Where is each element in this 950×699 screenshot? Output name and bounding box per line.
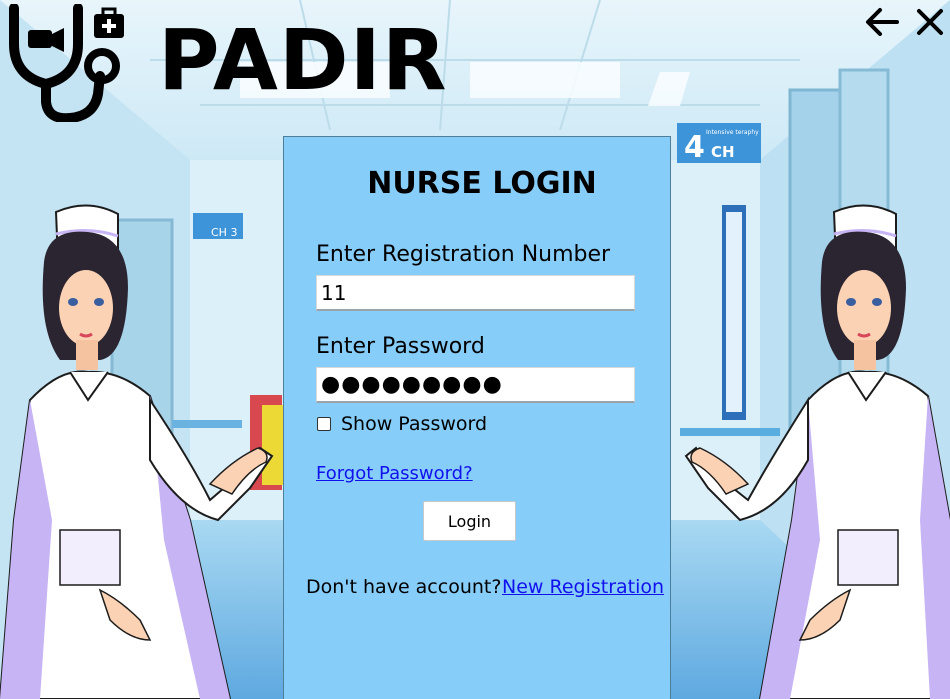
new-registration-link[interactable]: New Registration xyxy=(502,576,664,598)
password-label: Enter Password xyxy=(316,334,485,359)
registration-number-label: Enter Registration Number xyxy=(316,242,611,267)
arrow-left-icon xyxy=(866,8,899,36)
password-input[interactable]: ●●●●●●●●● xyxy=(316,367,635,403)
sign-caption: Intensive teraphy xyxy=(706,129,759,136)
sign-4-number: 4 xyxy=(684,130,705,165)
no-account-text: Don't have account? xyxy=(306,576,502,598)
show-password-checkbox[interactable] xyxy=(317,417,331,431)
login-window: CH 3 4 CH Intensive teraphy PADIR NURSE … xyxy=(0,0,950,699)
login-title: NURSE LOGIN xyxy=(367,166,597,201)
close-icon xyxy=(917,9,943,35)
close-button[interactable] xyxy=(912,4,948,40)
registration-number-input[interactable] xyxy=(316,275,635,311)
sign-ch-text: CH xyxy=(711,143,735,161)
back-button[interactable] xyxy=(864,4,900,40)
app-title: PADIR xyxy=(158,11,448,109)
show-password-label: Show Password xyxy=(341,413,488,435)
show-password-toggle[interactable]: Show Password xyxy=(316,412,487,436)
sign-ch3-text: CH 3 xyxy=(211,226,237,239)
login-button[interactable]: Login xyxy=(423,501,516,541)
stethoscope-video-logo-icon xyxy=(9,4,124,122)
forgot-password-link[interactable]: Forgot Password? xyxy=(316,463,473,484)
